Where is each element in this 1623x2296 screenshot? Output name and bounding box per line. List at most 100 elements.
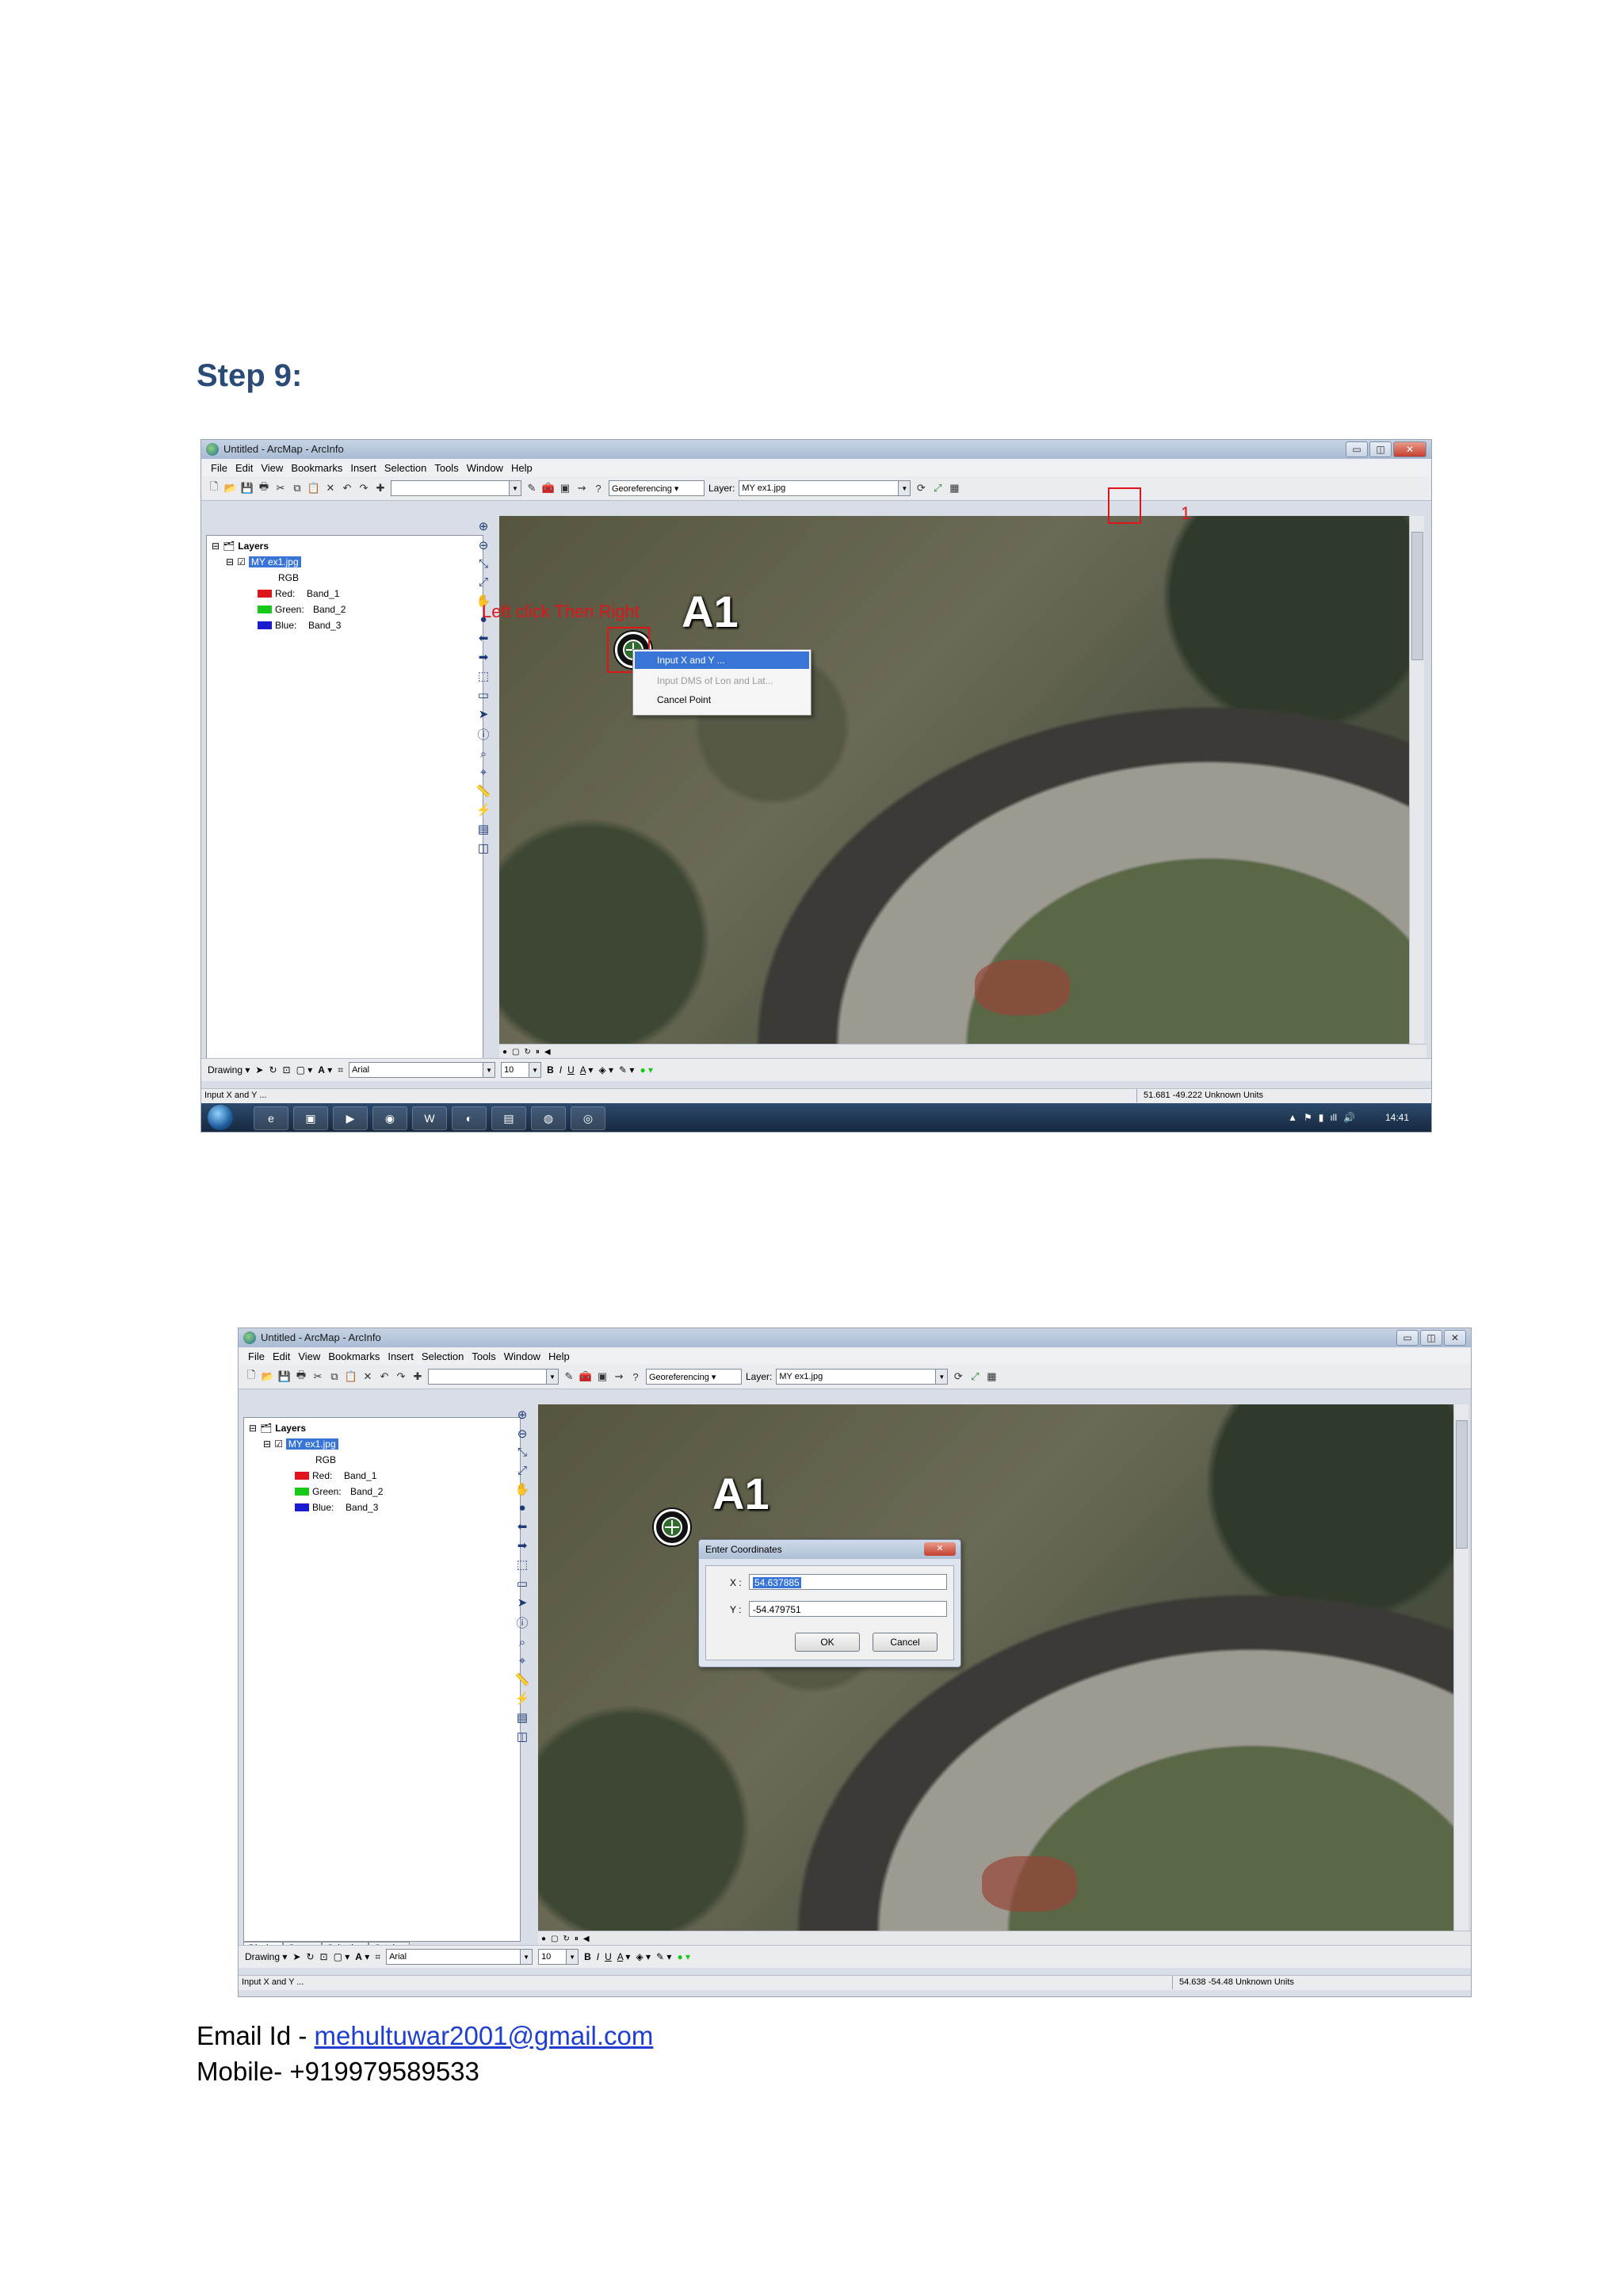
menu-help[interactable]: Help [511,462,533,474]
email-link[interactable]: mehultuwar2001@gmail.com [315,2021,654,2050]
close-button[interactable]: ✕ [1393,441,1426,457]
rotate-element-icon[interactable]: ↻ [306,1951,314,1962]
data-view-icon[interactable]: ● [541,1935,546,1943]
callout-icon[interactable]: ⌗ [375,1951,380,1963]
y-coordinate-field[interactable]: -54.479751 [749,1601,947,1617]
copy-icon[interactable]: ⧉ [291,482,304,495]
toc-root[interactable]: ⊟ 🗂 Layers [249,1423,306,1434]
paste-icon[interactable]: 📋 [345,1370,357,1383]
georeferencing-menu[interactable]: Georeferencing ▾ [609,480,705,496]
checkbox-icon[interactable]: ☑ [274,1438,283,1450]
menu-file[interactable]: File [211,462,227,474]
fixed-zoom-in-icon[interactable]: ⤡ [517,1446,527,1459]
toc-layer[interactable]: ⊟ ☑ MY ex1.jpg [226,556,301,567]
flag-icon[interactable]: ⚑ [1304,1112,1312,1123]
ie-icon[interactable]: e [254,1106,288,1130]
font-color-icon[interactable]: A ▾ [580,1064,594,1075]
rectangle-icon[interactable]: ▢ ▾ [334,1951,350,1962]
undo-icon[interactable]: ↶ [378,1370,391,1383]
add-data-icon[interactable]: ✚ [411,1370,424,1383]
chrome-icon[interactable]: ◉ [372,1106,407,1130]
explorer-icon[interactable]: ▣ [293,1106,328,1130]
layer-combo[interactable]: MY ex1.jpg ▼ [739,480,911,496]
text-icon[interactable]: A ▾ [318,1064,332,1075]
marker-color-icon[interactable]: ● ▾ [677,1951,690,1962]
add-data-icon[interactable]: ✚ [374,482,387,495]
italic-button[interactable]: I [559,1064,562,1075]
zoom-in-icon[interactable]: ⊕ [517,1408,528,1422]
bold-button[interactable]: B [584,1951,591,1962]
control-point-marker[interactable] [654,1509,690,1545]
scroll-left-icon[interactable]: ◀ [544,1048,551,1056]
dialog-close-button[interactable]: ✕ [924,1542,956,1556]
scroll-left-icon[interactable]: ◀ [583,1935,590,1943]
arcmap-task-icon[interactable]: ◍ [531,1106,566,1130]
go-to-xy-icon[interactable]: ⌖ [480,766,487,779]
ok-button[interactable]: OK [795,1633,860,1652]
x-coordinate-field[interactable]: 54.637885 [749,1574,947,1590]
menu-edit[interactable]: Edit [235,462,253,474]
line-color-icon[interactable]: ✎ ▾ [619,1064,634,1075]
maximize-button[interactable]: ◫ [1369,441,1392,457]
hyperlink-icon[interactable]: ⚡ [476,803,491,817]
minimize-button[interactable]: ▭ [1396,1330,1419,1346]
menu-window[interactable]: Window [504,1350,540,1362]
close-button[interactable]: ✕ [1444,1330,1466,1346]
font-size-combo[interactable]: 10 ▼ [501,1062,542,1078]
app-icon[interactable]: ◐ [452,1106,487,1130]
refresh-icon[interactable]: ↻ [525,1048,531,1056]
save-icon[interactable]: 💾 [278,1370,291,1383]
map-vertical-scrollbar[interactable] [1453,1404,1468,1931]
clock[interactable]: 14:41 [1385,1112,1409,1123]
menu-view[interactable]: View [298,1350,320,1362]
select-elements-icon[interactable]: ➤ [479,707,489,721]
menu-insert[interactable]: Insert [388,1350,414,1362]
network-icon[interactable]: ▮ [1319,1112,1324,1123]
back-icon[interactable]: ⬅ [517,1519,528,1534]
new-icon[interactable]: 🗋 [208,480,220,495]
menu-item-input-dms[interactable]: Input DMS of Lon and Lat... [635,672,809,690]
measure-icon[interactable]: 📏 [476,784,491,798]
link-table-icon[interactable]: ▦ [948,482,960,495]
checkbox-icon[interactable]: ☑ [237,556,246,567]
go-to-xy-icon[interactable]: ⌖ [519,1654,525,1668]
undo-icon[interactable]: ↶ [341,482,353,495]
select-elements-icon[interactable]: ➤ [517,1595,528,1610]
layer-combo[interactable]: MY ex1.jpg ▼ [776,1369,949,1385]
zoom-in-icon[interactable]: ⊕ [479,519,489,533]
back-icon[interactable]: ⬅ [479,631,489,645]
add-control-points-icon[interactable]: ⤢ [968,1370,981,1383]
arccatalog-task-icon[interactable]: ◎ [571,1106,605,1130]
find-icon[interactable]: ⌕ [519,1636,525,1649]
html-popup-icon[interactable]: ▤ [478,822,489,836]
delete-icon[interactable]: ✕ [361,1370,374,1383]
add-control-points-icon[interactable]: ⤢ [931,482,944,495]
select-features-icon[interactable]: ⬚ [478,669,489,683]
line-color-icon[interactable]: ✎ ▾ [656,1951,671,1962]
signal-icon[interactable]: ıll [1330,1112,1337,1123]
delete-icon[interactable]: ✕ [324,482,337,495]
tray-arrow-icon[interactable]: ▲ [1288,1112,1297,1123]
zoom-out-icon[interactable]: ⊖ [517,1427,528,1441]
underline-button[interactable]: U [605,1951,612,1962]
arctoolbox-icon[interactable]: 🧰 [542,482,555,495]
refresh-icon[interactable]: ↻ [563,1935,570,1943]
menu-item-input-xy[interactable]: Input X and Y ... [635,651,809,669]
pdf-icon[interactable]: ▤ [491,1106,526,1130]
font-color-icon[interactable]: A ▾ [617,1951,631,1962]
clear-selection-icon[interactable]: ▭ [478,688,489,702]
paste-icon[interactable]: 📋 [307,482,320,495]
map-horizontal-scrollbar[interactable]: ● ▢ ↻ ⏸ ◀ [538,1931,1471,1946]
html-popup-icon[interactable]: ▤ [517,1710,528,1725]
marker-color-icon[interactable]: ● ▾ [640,1064,653,1075]
time-slider-icon[interactable]: ◫ [478,841,489,855]
catalog-icon[interactable]: ▣ [596,1370,609,1383]
font-combo[interactable]: Arial ▼ [349,1062,496,1078]
menu-selection[interactable]: Selection [384,462,426,474]
word-icon[interactable]: W [412,1106,447,1130]
print-icon[interactable]: 🖶 [258,480,270,495]
rotate-icon[interactable]: ⟳ [915,482,927,495]
media-icon[interactable]: ▶ [333,1106,368,1130]
underline-button[interactable]: U [567,1064,575,1075]
model-icon[interactable]: ⇝ [575,482,588,495]
